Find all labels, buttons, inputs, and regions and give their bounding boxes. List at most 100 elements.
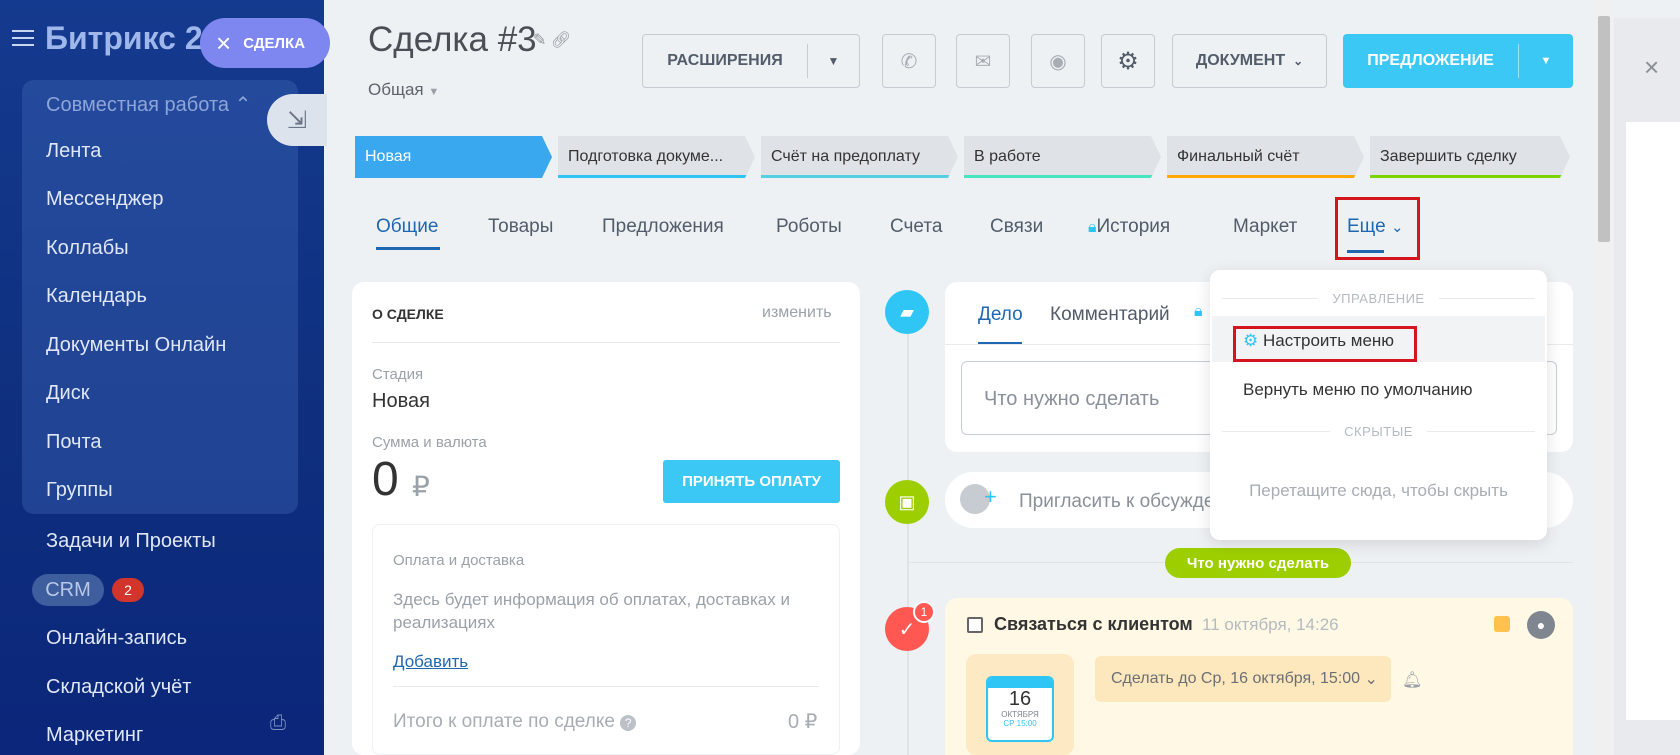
close-icon: × [216, 28, 232, 58]
chevron-up-icon: ⌃ [234, 94, 252, 116]
right-panel-content [1626, 122, 1680, 720]
task-date: 11 октября, 14:26 [1202, 615, 1339, 634]
calendar-icon: 16 ОКТЯБРЯ СР 15:00 [986, 676, 1054, 742]
responsible-avatar[interactable]: ● [1527, 611, 1555, 639]
sidebar-item-calendar[interactable]: Календарь [46, 285, 147, 308]
total-label: Итого к оплате по сделке ? [393, 711, 637, 733]
calendar-time: СР 15:00 [1003, 719, 1037, 728]
tab-proposals[interactable]: Предложения [602, 216, 724, 238]
tab-robots[interactable]: Роботы [776, 216, 842, 238]
edit-link[interactable]: изменить [762, 304, 832, 322]
priority-flag-icon[interactable] [1494, 616, 1510, 632]
stage-new[interactable]: Новая [355, 136, 552, 178]
stage-preparation[interactable]: Подготовка докуме... [558, 136, 755, 178]
sidebar-item-collabs[interactable]: Коллабы [46, 237, 129, 260]
proposal-button[interactable]: ПРЕДЛОЖЕНИЕ ▼ [1343, 34, 1573, 88]
stage-in-progress[interactable]: В работе [964, 136, 1161, 178]
tab-comment[interactable]: Комментарий [1050, 304, 1170, 326]
help-icon[interactable]: ? [620, 715, 637, 731]
add-payment-link[interactable]: Добавить [393, 652, 468, 672]
mail-icon[interactable]: ✉ [956, 34, 1010, 88]
page-title: Сделка #3 [368, 20, 537, 59]
bell-icon[interactable]: 🔔︎ [1402, 670, 1422, 690]
section-hidden: СКРЫТЫЕ [1210, 424, 1547, 439]
sidebar-item-marketing[interactable]: Маркетинг [46, 724, 143, 747]
menu-icon[interactable] [12, 30, 34, 46]
close-slider-button[interactable]: × СДЕЛКА [200, 18, 330, 68]
add-icon[interactable]: + [984, 484, 997, 510]
tab-links[interactable]: Связи [990, 216, 1043, 238]
print-icon[interactable]: ⎙ [270, 712, 292, 734]
sidebar-item-groups[interactable]: Группы [46, 479, 113, 502]
scrollbar-thumb[interactable] [1598, 16, 1610, 242]
logo[interactable]: Битрикс 24 [45, 20, 220, 57]
stage-close-deal[interactable]: Завершить сделку [1370, 136, 1570, 178]
chevron-down-icon[interactable]: ▼ [1519, 55, 1573, 67]
sidebar-item-booking[interactable]: Онлайн-запись [46, 627, 187, 650]
sidebar-item-warehouse[interactable]: Складской учёт [46, 676, 191, 699]
chevron-down-icon: ▼ [428, 86, 440, 98]
chevron-down-icon[interactable]: ▼ [808, 54, 859, 68]
chat-icon[interactable]: ◉ [1031, 34, 1085, 88]
chevron-down-icon: ⌄ [1293, 54, 1304, 68]
tab-invoices[interactable]: Счета [890, 216, 942, 238]
drag-hint: Перетащите сюда, чтобы скрыть [1249, 481, 1508, 500]
extensions-button[interactable]: РАСШИРЕНИЯ ▼ [642, 34, 860, 88]
chat-bubble-icon: ▣ [885, 480, 929, 524]
sidebar-item-tasks[interactable]: Задачи и Проекты [46, 530, 216, 553]
tab-products[interactable]: Товары [488, 216, 553, 238]
divider [372, 342, 840, 343]
calendar-month: ОКТЯБРЯ [1001, 710, 1039, 719]
due-date-selector[interactable]: Сделать до Ср, 16 октября, 15:00 ⌄ [1095, 656, 1391, 702]
task-checkbox[interactable] [967, 617, 983, 633]
link-icon[interactable]: 🔗︎ [551, 32, 571, 49]
sidebar-item-messenger[interactable]: Мессенджер [46, 188, 163, 211]
payment-info-text: Здесь будет информация об оплатах, доста… [393, 590, 790, 632]
lock-icon: 🔒︎ [1088, 219, 1097, 236]
lock-icon: 🔒︎ [1194, 303, 1203, 320]
close-icon[interactable]: × [1644, 52, 1659, 83]
comment-icon: ▰ [885, 290, 929, 334]
task-title[interactable]: Связаться с клиентом [994, 614, 1193, 635]
payment-heading: Оплата и доставка [393, 552, 525, 569]
sidebar-item-feed[interactable]: Лента [46, 140, 101, 163]
document-button[interactable]: ДОКУМЕНТ ⌄ [1172, 34, 1327, 88]
sum-value: 0 [372, 453, 399, 506]
pencil-icon[interactable]: ✎ [533, 32, 546, 49]
collapse-icon[interactable]: ⇲ [267, 94, 327, 146]
sidebar-item-documents[interactable]: Документы Онлайн [46, 334, 226, 357]
sidebar-item-crm[interactable]: CRM [32, 574, 104, 606]
divider [393, 686, 819, 687]
sidebar-group-header[interactable]: Совместная работа ⌃ [46, 92, 251, 117]
total-value: 0 ₽ [788, 711, 818, 733]
phone-icon[interactable]: ✆ [882, 34, 936, 88]
highlight-frame [1233, 326, 1417, 362]
active-tab-underline [376, 247, 440, 250]
todo-placeholder: Что нужно сделать [984, 388, 1160, 410]
title-actions: ✎ 🔗︎ [533, 30, 571, 50]
timeline-line [907, 300, 909, 755]
stage-value: Новая [372, 390, 430, 412]
tab-market[interactable]: Маркет [1233, 216, 1297, 238]
pipeline-selector[interactable]: Общая ▼ [368, 80, 439, 100]
reset-menu-item[interactable]: Вернуть меню по умолчанию [1243, 380, 1472, 400]
highlight-frame [1335, 197, 1420, 260]
section-manage: УПРАВЛЕНИЕ [1210, 291, 1547, 306]
gear-icon[interactable]: ⚙ [1101, 34, 1155, 88]
accept-payment-button[interactable]: ПРИНЯТЬ ОПЛАТУ [663, 460, 840, 503]
crm-count-badge: 2 [112, 578, 144, 602]
tab-history[interactable]: 🔒︎История [1088, 216, 1170, 238]
chevron-down-icon: ⌄ [1364, 671, 1378, 688]
stage-final-invoice[interactable]: Финальный счёт [1167, 136, 1364, 178]
task-count-badge: 1 [913, 601, 935, 623]
tab-todo[interactable]: Дело [978, 304, 1023, 326]
sidebar-item-mail[interactable]: Почта [46, 431, 102, 454]
card-heading: О СДЕЛКЕ [372, 306, 444, 322]
tab-general[interactable]: Общие [376, 216, 438, 238]
calendar-day: 16 [1008, 688, 1032, 710]
stage-label: Стадия [372, 366, 424, 383]
sidebar-item-disk[interactable]: Диск [46, 382, 89, 405]
invite-text: Пригласить к обсужде [1019, 491, 1215, 512]
stage-prepayment-invoice[interactable]: Счёт на предоплату [761, 136, 958, 178]
currency-symbol: ₽ [412, 471, 430, 502]
